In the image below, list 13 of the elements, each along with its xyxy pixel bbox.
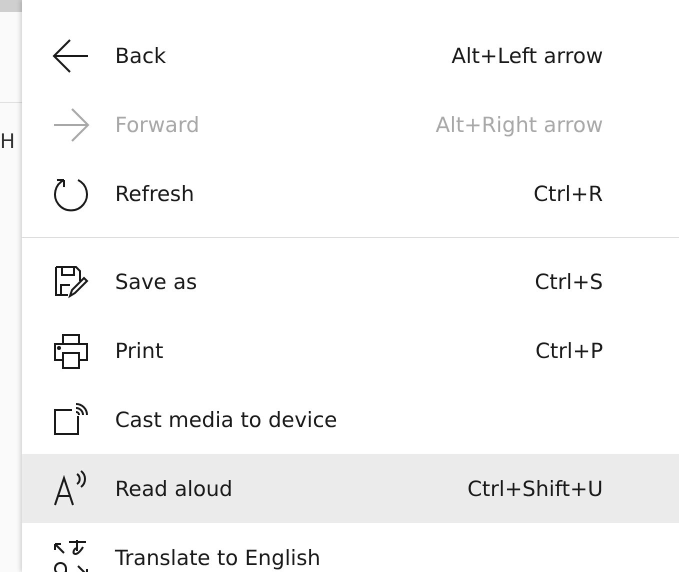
menu-item[interactable]: Print Ctrl+P xyxy=(22,316,679,385)
menu-item[interactable]: Read aloud Ctrl+Shift+U xyxy=(22,454,679,523)
menu-item[interactable]: Refresh Ctrl+R xyxy=(22,159,679,228)
menu-item[interactable]: Translate to English xyxy=(22,523,679,572)
menu-item[interactable]: Back Alt+Left arrow xyxy=(22,21,679,90)
forward-arrow-icon xyxy=(52,106,90,144)
menu-item[interactable]: Cast media to device xyxy=(22,385,679,454)
menu-item[interactable]: Save as Ctrl+S xyxy=(22,247,679,316)
translate-icon xyxy=(52,538,90,572)
background-text: H xyxy=(0,128,16,155)
title-bar xyxy=(0,0,22,12)
back-arrow-icon xyxy=(52,36,90,74)
printer-icon xyxy=(52,332,90,370)
